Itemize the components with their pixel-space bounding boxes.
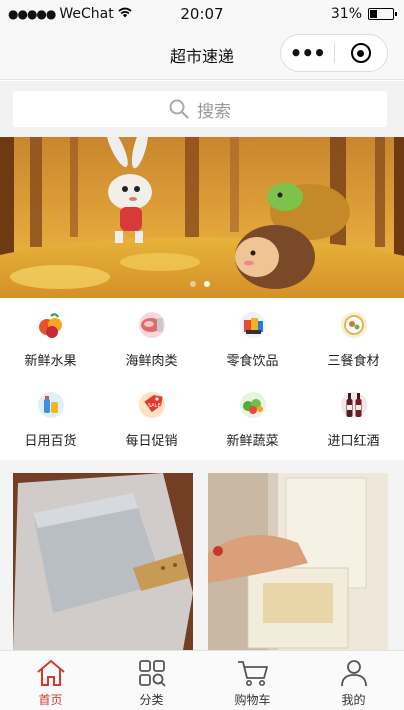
carousel-indicator — [190, 281, 210, 287]
meal-icon — [339, 310, 369, 340]
user-icon — [340, 660, 367, 687]
category-label: 进口红酒 — [327, 434, 380, 449]
mini-program-capsule: ••• — [280, 34, 388, 72]
snacks-icon — [238, 310, 268, 340]
carousel-dot[interactable] — [190, 281, 196, 287]
category-grid: 新鲜水果 海鲜肉类 零食饮品 三餐食材 日用百货 SALE 每日促销 新鲜蔬菜 — [0, 298, 404, 460]
search-placeholder: 搜索 — [197, 101, 231, 122]
product-image — [13, 473, 193, 650]
tab-cart[interactable]: 购物车 — [202, 651, 303, 710]
tab-label: 购物车 — [234, 693, 271, 707]
tab-category[interactable]: 分类 — [101, 651, 202, 710]
category-grid-icon — [138, 660, 166, 687]
category-label: 海鲜肉类 — [125, 354, 178, 369]
vegetable-icon — [238, 390, 268, 420]
category-label: 新鲜蔬菜 — [226, 434, 279, 449]
tab-home[interactable]: 首页 — [0, 651, 101, 710]
tab-label: 分类 — [139, 693, 164, 707]
cart-icon — [237, 661, 268, 686]
banner-carousel[interactable] — [0, 137, 404, 298]
category-meat[interactable]: 海鲜肉类 — [101, 298, 202, 378]
tab-label: 我的 — [341, 693, 366, 707]
category-fruit[interactable]: 新鲜水果 — [0, 298, 101, 378]
search-icon — [169, 99, 189, 119]
meat-icon — [137, 310, 167, 340]
navigation-bar: 超市速递 ••• — [0, 28, 404, 80]
category-vegetable[interactable]: 新鲜蔬菜 — [202, 378, 303, 458]
category-wine[interactable]: 进口红酒 — [303, 378, 404, 458]
category-snacks[interactable]: 零食饮品 — [202, 298, 303, 378]
product-image — [208, 473, 388, 650]
search-input[interactable]: 搜索 — [13, 91, 387, 127]
product-card-rice-dispenser[interactable] — [208, 473, 388, 650]
more-dots-icon[interactable]: ••• — [281, 35, 334, 71]
tab-profile[interactable]: 我的 — [303, 651, 404, 710]
status-bar: ●●●●● WeChat 20:07 31% — [0, 0, 404, 28]
category-label: 三餐食材 — [327, 354, 380, 369]
product-card-knife[interactable] — [13, 473, 193, 650]
wine-icon — [339, 390, 369, 420]
category-daily-goods[interactable]: 日用百货 — [0, 378, 101, 458]
search-bar: 搜索 — [0, 81, 404, 137]
category-label: 新鲜水果 — [24, 354, 77, 369]
battery-area: 31% — [330, 6, 397, 22]
category-sale[interactable]: SALE 每日促销 — [101, 378, 202, 458]
category-meal[interactable]: 三餐食材 — [303, 298, 404, 378]
category-label: 每日促销 — [125, 434, 178, 449]
sale-tag-icon: SALE — [137, 390, 167, 420]
target-close-icon[interactable] — [334, 35, 387, 71]
category-label: 日用百货 — [24, 434, 77, 449]
tab-label: 首页 — [38, 693, 63, 707]
category-label: 零食饮品 — [226, 354, 279, 369]
banner-image — [0, 137, 404, 298]
home-icon — [36, 659, 65, 686]
battery-percent: 31% — [330, 6, 362, 22]
tab-bar: 首页 分类 购物车 我的 — [0, 650, 404, 710]
battery-icon — [368, 8, 397, 20]
fruit-icon — [36, 310, 66, 340]
carousel-dot-active[interactable] — [204, 281, 210, 287]
daily-goods-icon — [36, 390, 66, 420]
svg-text:SALE: SALE — [148, 403, 161, 409]
